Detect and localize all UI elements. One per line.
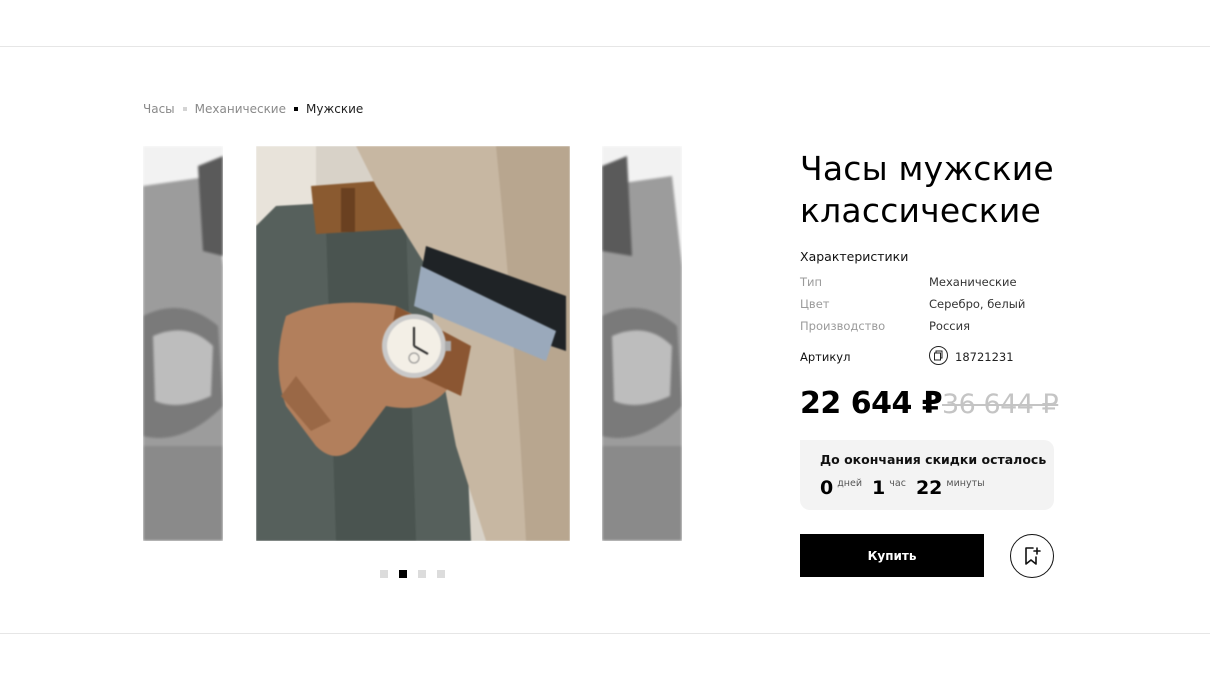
- gallery-pagination: [380, 570, 445, 578]
- spec-key: Тип: [800, 275, 823, 289]
- article-value: 18721231: [955, 350, 1014, 364]
- bookmark-button[interactable]: [1010, 534, 1054, 578]
- spec-value: Серебро, белый: [929, 297, 1026, 311]
- timer-hours-label: час: [889, 478, 906, 489]
- buy-button[interactable]: Купить: [800, 534, 984, 577]
- spec-key: Производство: [800, 319, 886, 333]
- timer-hours: 1: [872, 477, 886, 499]
- timer-days-label: дней: [837, 478, 863, 489]
- spec-value: Механические: [929, 275, 1017, 289]
- breadcrumb-item-men: Мужские: [306, 102, 364, 116]
- spec-value: Россия: [929, 319, 971, 333]
- breadcrumb-item-watches[interactable]: Часы: [143, 102, 175, 116]
- specs-heading: Характеристики: [800, 249, 909, 264]
- header-divider: [0, 46, 1210, 47]
- breadcrumb-separator: [294, 107, 298, 111]
- gallery-slide-previous[interactable]: [143, 146, 223, 541]
- article-label: Артикул: [800, 350, 851, 364]
- old-price: 36 644 ₽: [942, 389, 1059, 420]
- bookmark-add-icon: [1025, 547, 1041, 565]
- product-image-previous: [143, 146, 223, 541]
- copy-icon[interactable]: [929, 346, 948, 365]
- gallery-slide-main[interactable]: [256, 146, 570, 541]
- timer-minutes-label: минуты: [946, 478, 985, 489]
- gallery-dot-2[interactable]: [399, 570, 407, 578]
- timer-countdown: 0 дней 1 час 22 минуты: [820, 477, 995, 499]
- current-price: 22 644 ₽: [800, 386, 943, 421]
- product-title: Часы мужские классические: [800, 149, 1054, 230]
- breadcrumb-separator: [182, 107, 187, 111]
- product-image-main: [256, 146, 570, 541]
- timer-minutes: 22: [915, 477, 943, 499]
- product-image-next: [602, 146, 682, 541]
- gallery-dot-3[interactable]: [418, 570, 426, 578]
- footer-divider: [0, 633, 1210, 634]
- breadcrumb: Часы Механические Мужские: [143, 102, 363, 116]
- spec-key: Цвет: [800, 297, 830, 311]
- discount-timer: До окончания скидки осталось 0 дней 1 ча…: [800, 440, 1054, 510]
- gallery-slide-next[interactable]: [602, 146, 682, 541]
- gallery-dot-1[interactable]: [380, 570, 388, 578]
- timer-title: До окончания скидки осталось: [820, 452, 1047, 467]
- gallery-dot-4[interactable]: [437, 570, 445, 578]
- timer-days: 0: [820, 477, 834, 499]
- breadcrumb-item-mechanical[interactable]: Механические: [195, 102, 286, 116]
